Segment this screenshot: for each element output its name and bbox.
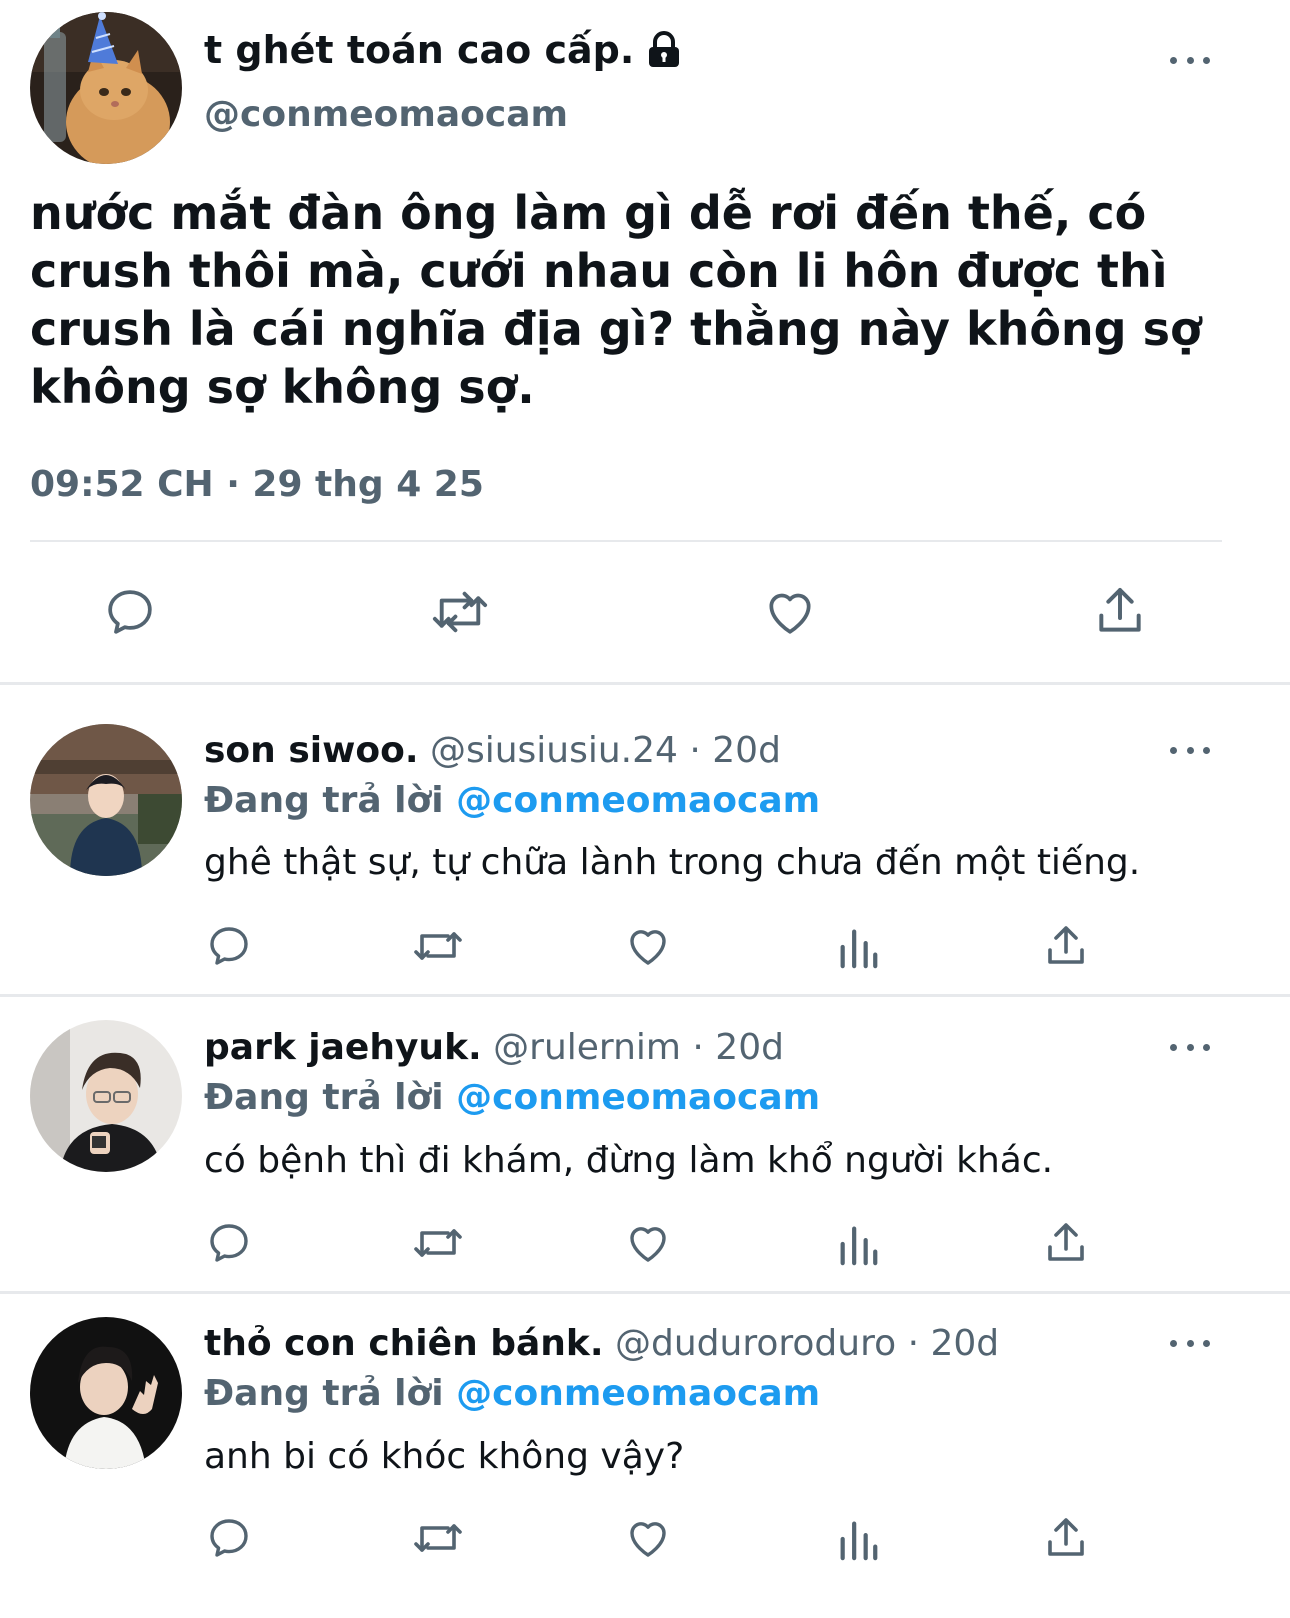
views-icon[interactable] — [836, 1221, 880, 1267]
reply-time[interactable]: · 20d — [692, 1027, 784, 1068]
reply-text: anh bi có khóc không vậy? — [204, 1436, 685, 1477]
views-icon[interactable] — [836, 1516, 880, 1562]
reply-avatar[interactable] — [30, 1020, 182, 1172]
like-icon[interactable] — [762, 584, 818, 640]
share-icon[interactable] — [1042, 922, 1090, 970]
more-icon[interactable] — [1170, 740, 1210, 760]
section-divider — [0, 682, 1290, 685]
share-icon[interactable] — [1042, 1219, 1090, 1267]
more-icon[interactable] — [1170, 1333, 1210, 1353]
replying-to-link[interactable]: @conmeomaocam — [456, 780, 820, 821]
like-icon[interactable] — [624, 1514, 672, 1562]
like-icon[interactable] — [624, 922, 672, 970]
retweet-icon[interactable] — [410, 1219, 466, 1267]
more-icon[interactable] — [1170, 1037, 1210, 1057]
reply-avatar[interactable] — [30, 724, 182, 876]
section-divider — [0, 994, 1290, 997]
share-icon[interactable] — [1092, 582, 1148, 640]
share-icon[interactable] — [1042, 1514, 1090, 1562]
author-display-name[interactable]: t ghét toán cao cấp. — [204, 26, 634, 74]
reply-time[interactable]: · 20d — [689, 730, 781, 771]
reply-text: có bệnh thì đi khám, đừng làm khổ người … — [204, 1140, 1054, 1181]
author-handle[interactable]: @conmeomaocam — [204, 92, 568, 138]
replying-label: Đang trả lời — [204, 1077, 444, 1118]
replying-to-link[interactable]: @conmeomaocam — [456, 1373, 820, 1414]
replying-label: Đang trả lời — [204, 1373, 444, 1414]
author-avatar[interactable] — [30, 12, 182, 164]
reply-time[interactable]: · 20d — [908, 1323, 1000, 1364]
views-icon[interactable] — [836, 924, 880, 970]
tweet-timestamp[interactable]: 09:52 CH · 29 thg 4 25 — [30, 462, 484, 508]
retweet-icon[interactable] — [428, 584, 492, 640]
reply-display-name[interactable]: thỏ con chiên bánk. — [204, 1323, 604, 1364]
lock-icon — [646, 31, 682, 69]
reply-icon[interactable] — [205, 1514, 253, 1562]
like-icon[interactable] — [624, 1219, 672, 1267]
reply-icon[interactable] — [205, 1219, 253, 1267]
reply-handle[interactable]: @duduroroduro — [615, 1323, 896, 1364]
reply-avatar[interactable] — [30, 1317, 182, 1469]
section-divider — [0, 1291, 1290, 1294]
replying-to-link[interactable]: @conmeomaocam — [456, 1077, 820, 1118]
reply-handle[interactable]: @rulernim — [493, 1027, 681, 1068]
reply-handle[interactable]: @siusiusiu.24 — [430, 730, 678, 771]
retweet-icon[interactable] — [410, 922, 466, 970]
reply-icon[interactable] — [205, 922, 253, 970]
reply-display-name[interactable]: park jaehyuk. — [204, 1027, 482, 1068]
retweet-icon[interactable] — [410, 1514, 466, 1562]
reply-text: ghê thật sự, tự chữa lành trong chưa đến… — [204, 842, 1141, 883]
divider — [30, 540, 1222, 542]
reply-display-name[interactable]: son siwoo. — [204, 730, 419, 771]
reply-icon[interactable] — [102, 584, 158, 640]
tweet-text: nước mắt đàn ông làm gì dễ rơi đến thế, … — [30, 186, 1202, 414]
more-icon[interactable] — [1170, 50, 1210, 70]
replying-label: Đang trả lời — [204, 780, 444, 821]
